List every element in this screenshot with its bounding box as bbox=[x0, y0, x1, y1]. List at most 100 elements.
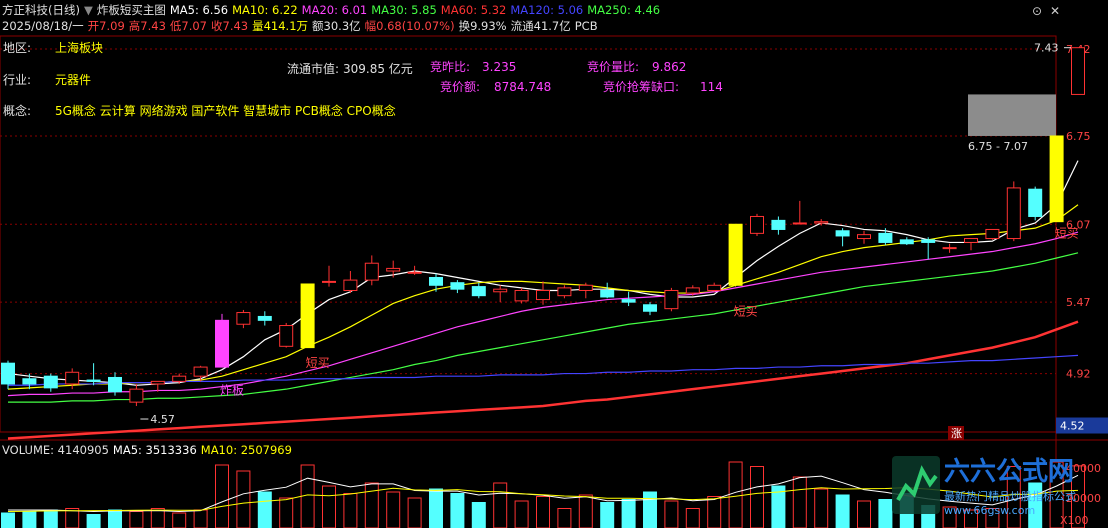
candle-body bbox=[493, 288, 508, 293]
volume-bar bbox=[150, 508, 165, 528]
volume_header-2: MA10: 2507969 bbox=[200, 443, 292, 457]
candle-body bbox=[921, 239, 936, 243]
candle-body bbox=[1028, 188, 1043, 217]
volume-bar bbox=[65, 508, 80, 528]
volume-bar bbox=[1, 512, 15, 528]
volume-bar bbox=[407, 497, 422, 528]
candle-body bbox=[942, 247, 957, 250]
candle-body bbox=[386, 267, 401, 272]
candle-body bbox=[279, 325, 294, 347]
volume-bar bbox=[322, 485, 336, 528]
candle-body bbox=[878, 232, 893, 243]
candle-body bbox=[43, 375, 58, 389]
candle-body bbox=[1071, 47, 1085, 95]
float-cap-value: 309.85 亿元 bbox=[343, 62, 413, 76]
candle-body bbox=[129, 388, 144, 403]
auction-gap-label: 竞价抢筹缺口: bbox=[603, 80, 680, 94]
auction-amount-label: 竞价额: bbox=[440, 80, 481, 94]
candle-body bbox=[792, 222, 807, 225]
gap-range-label: 6.75 - 7.07 bbox=[968, 140, 1028, 153]
candle-body bbox=[343, 279, 358, 291]
volume-bar bbox=[685, 508, 700, 528]
volume-bar bbox=[664, 500, 679, 528]
volume-bar bbox=[193, 509, 208, 528]
candle-body bbox=[835, 230, 850, 237]
candle-body bbox=[22, 378, 37, 385]
volume-bar bbox=[621, 499, 636, 528]
volume-bar bbox=[364, 482, 379, 528]
candle-body bbox=[621, 299, 636, 303]
candle-body bbox=[429, 276, 443, 286]
candle-body bbox=[471, 286, 486, 297]
watermark-slogan: 最新热门精品炒股指标公式 bbox=[944, 490, 1076, 503]
price-axis-tick: 5.47 bbox=[1066, 296, 1091, 309]
volume-bar bbox=[792, 476, 807, 528]
volume-bar bbox=[22, 511, 37, 528]
volume-bar bbox=[215, 464, 229, 528]
candle-body bbox=[685, 287, 700, 294]
volume-bar bbox=[814, 488, 829, 528]
candle-body bbox=[1006, 187, 1021, 240]
price-axis-tick: 4.92 bbox=[1066, 368, 1091, 381]
candle-body bbox=[236, 312, 251, 325]
ma-line-ma20 bbox=[7, 231, 1079, 397]
volume-bar bbox=[557, 508, 572, 528]
candle-body bbox=[364, 262, 379, 281]
candle-body bbox=[664, 289, 679, 310]
candle-body bbox=[707, 284, 722, 291]
volume-bar bbox=[578, 494, 593, 528]
industry-value: 元器件 bbox=[55, 73, 92, 87]
candle-body bbox=[1, 362, 15, 385]
candle-body bbox=[643, 304, 657, 312]
auction-vol-ratio-label: 竞价量比: bbox=[587, 60, 640, 74]
volume-bar bbox=[450, 493, 465, 528]
candle-body bbox=[407, 271, 422, 274]
volume-bar bbox=[707, 496, 722, 528]
duanmai-label: 短买 bbox=[734, 304, 758, 318]
auction-ratio-value: 3.235 bbox=[482, 60, 517, 74]
volume-bar bbox=[236, 470, 251, 528]
volume-bar bbox=[536, 496, 550, 528]
volume-bar bbox=[343, 493, 358, 528]
auction-gap-box bbox=[968, 94, 1056, 136]
current-price-text: 4.52 bbox=[1060, 420, 1085, 433]
volume-bar bbox=[643, 491, 657, 528]
high-price-label: 7.43 bbox=[1034, 42, 1059, 55]
volume-bar bbox=[600, 502, 615, 528]
volume-bar bbox=[129, 511, 144, 528]
volume-bar bbox=[108, 509, 122, 528]
watermark-brand: 六六公式网 bbox=[944, 457, 1075, 487]
auction-ratio-label: 竞昨比: bbox=[430, 60, 471, 74]
auction-gap-value: 114 bbox=[700, 80, 723, 94]
ma-line-ma30 bbox=[8, 252, 1079, 403]
volume_header-0: VOLUME: 4140905 bbox=[2, 443, 109, 457]
candle-body bbox=[814, 221, 829, 224]
candle-body bbox=[771, 219, 786, 230]
volume_header-1: MA5: 3513336 bbox=[112, 443, 197, 457]
candle-body bbox=[964, 238, 978, 243]
volume-bar bbox=[878, 499, 893, 528]
volume-bar bbox=[279, 497, 294, 528]
region-value: 上海板块 bbox=[55, 41, 104, 55]
candle-body bbox=[65, 371, 80, 385]
watermark-logo: 六六公式网 最新热门精品炒股指标公式 www.66gsw.com bbox=[892, 456, 1108, 518]
volume-bar bbox=[728, 461, 743, 528]
watermark-url: www.66gsw.com bbox=[944, 504, 1036, 517]
volume-bar bbox=[257, 491, 272, 528]
concept-label: 概念: bbox=[3, 104, 32, 118]
candle-body bbox=[750, 215, 764, 234]
candle-body bbox=[450, 282, 465, 290]
industry-label: 行业: bbox=[3, 73, 32, 87]
price-axis-tick: 6.75 bbox=[1066, 130, 1091, 143]
zhaban-label: 炸板 bbox=[220, 384, 244, 398]
volume-bar bbox=[386, 491, 401, 528]
candle-body bbox=[600, 289, 615, 298]
concept-value: 5G概念 云计算 网络游戏 国产软件 智慧城市 PCB概念 CPO概念 bbox=[55, 104, 396, 118]
auction-amount-value: 8784.748 bbox=[494, 80, 552, 94]
volume-bar bbox=[172, 512, 187, 528]
candle-body bbox=[300, 283, 315, 349]
candle-body bbox=[150, 380, 165, 385]
volume-header: VOLUME: 4140905 MA5: 3513336 MA10: 2507969 bbox=[2, 444, 296, 457]
candle-body bbox=[86, 379, 101, 382]
low-price-label: 4.57 bbox=[150, 413, 175, 426]
